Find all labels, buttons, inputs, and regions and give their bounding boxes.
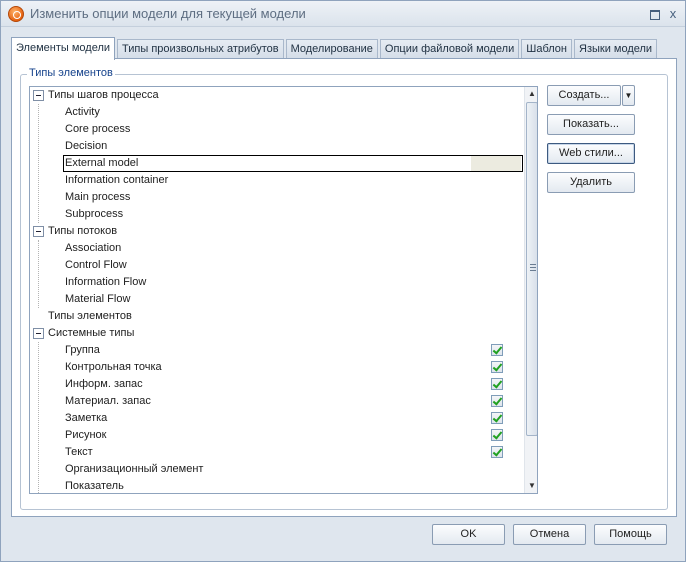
tree-item-row[interactable]: Association: [30, 240, 522, 257]
tree-item-row[interactable]: Control Flow: [30, 257, 522, 274]
maximize-icon[interactable]: [647, 7, 661, 21]
visibility-checkbox[interactable]: [491, 429, 503, 441]
tree-item-label: Information Flow: [65, 276, 147, 288]
app-logo-icon[interactable]: [8, 6, 24, 22]
tree-item-row[interactable]: External model: [30, 155, 523, 172]
tree-item-row[interactable]: Information container: [30, 172, 522, 189]
tree-item-row[interactable]: Main process: [30, 189, 522, 206]
tree-item-label: Main process: [65, 191, 131, 203]
scroll-grip-icon: [530, 264, 536, 271]
tree-item-row[interactable]: Информ. запас: [30, 376, 522, 393]
collapse-icon[interactable]: [33, 328, 44, 339]
ok-button[interactable]: OK: [432, 524, 505, 545]
visibility-checkbox[interactable]: [491, 361, 503, 373]
tree-item-label: Information container: [65, 174, 169, 186]
tree-item-row[interactable]: Заметка: [30, 410, 522, 427]
tree-item-label: External model: [65, 157, 139, 169]
dialog-window: Изменить опции модели для текущей модели…: [0, 0, 686, 562]
tree-item-label: Типы потоков: [48, 225, 118, 237]
tree-item-row[interactable]: Decision: [30, 138, 522, 155]
tree-item-label: Типы элементов: [48, 310, 132, 322]
tree-item-row[interactable]: Текст: [30, 444, 522, 461]
tree-guide-line: [38, 342, 39, 493]
collapse-icon[interactable]: [33, 226, 44, 237]
selection-fill: [471, 156, 521, 171]
web-styles-button[interactable]: Web стили...: [547, 143, 635, 164]
tree-item-label: Группа: [65, 344, 100, 356]
cancel-button[interactable]: Отмена: [513, 524, 586, 545]
tree-group-row[interactable]: Типы элементов: [30, 308, 522, 325]
tree-item-label: Material Flow: [65, 293, 131, 305]
tab-file-model-options[interactable]: Опции файловой модели: [379, 39, 520, 59]
tree-item-row[interactable]: Activity: [30, 104, 522, 121]
element-types-tree[interactable]: Типы шагов процесса Activity Core process D…: [29, 86, 538, 494]
tree-item-label: Информ. запас: [65, 378, 143, 390]
collapse-icon[interactable]: [33, 90, 44, 101]
scroll-down-icon[interactable]: ▼: [525, 479, 537, 493]
tree-guide-line: [38, 104, 39, 223]
delete-button[interactable]: Удалить: [547, 172, 635, 193]
visibility-checkbox[interactable]: [491, 344, 503, 356]
create-dropdown-icon[interactable]: ▼: [622, 85, 635, 106]
tree-item-label: Текст: [65, 446, 93, 458]
tree-item-row[interactable]: Core process: [30, 121, 522, 138]
show-button[interactable]: Показать...: [547, 114, 635, 135]
tree-item-label: Системные типы: [48, 327, 135, 339]
visibility-checkbox[interactable]: [491, 395, 503, 407]
tree-item-row[interactable]: Организационный элемент: [30, 461, 522, 478]
create-button[interactable]: Создать...: [547, 85, 621, 106]
tree-item-row[interactable]: Показатель: [30, 478, 522, 493]
tree-item-row[interactable]: Группа: [30, 342, 522, 359]
tree-item-row[interactable]: Контрольная точка: [30, 359, 522, 376]
tree-item-row[interactable]: Information Flow: [30, 274, 522, 291]
tab-template[interactable]: Шаблон: [521, 39, 572, 59]
tree-item-label: Организационный элемент: [65, 463, 204, 475]
close-icon[interactable]: x: [666, 7, 680, 21]
visibility-checkbox[interactable]: [491, 378, 503, 390]
tree-item-label: Subprocess: [65, 208, 124, 220]
tree-group-row[interactable]: Типы потоков: [30, 223, 522, 240]
tree-item-row[interactable]: Рисунок: [30, 427, 522, 444]
scroll-thumb[interactable]: [526, 102, 537, 436]
tab-strip: Элементы модели Типы произвольных атрибу…: [11, 37, 659, 60]
tab-modeling[interactable]: Моделирование: [285, 39, 378, 59]
tree-item-label: Core process: [65, 123, 131, 135]
tab-model-languages[interactable]: Языки модели: [574, 39, 658, 59]
tree-group-row[interactable]: Системные типы: [30, 325, 522, 342]
tree-item-label: Заметка: [65, 412, 108, 424]
scroll-up-icon[interactable]: ▲: [525, 87, 537, 101]
group-title: Типы элементов: [27, 67, 115, 79]
tree-item-label: Материал. запас: [65, 395, 151, 407]
tree-item-label: Рисунок: [65, 429, 107, 441]
tree-item-label: Показатель: [65, 480, 124, 492]
tab-model-elements[interactable]: Элементы модели: [11, 37, 116, 60]
title-bar[interactable]: Изменить опции модели для текущей модели…: [1, 1, 685, 27]
visibility-checkbox[interactable]: [491, 446, 503, 458]
tree-item-label: Decision: [65, 140, 108, 152]
tree-item-label: Association: [65, 242, 122, 254]
tab-custom-attribute-types[interactable]: Типы произвольных атрибутов: [117, 39, 284, 59]
tree-item-label: Контрольная точка: [65, 361, 162, 373]
tree-item-label: Activity: [65, 106, 100, 118]
tree-item-row[interactable]: Subprocess: [30, 206, 522, 223]
tree-guide-line: [38, 240, 39, 308]
tree-item-row[interactable]: Материал. запас: [30, 393, 522, 410]
tree-item-label: Control Flow: [65, 259, 127, 271]
help-button[interactable]: Помощь: [594, 524, 667, 545]
tree-item-label: Типы шагов процесса: [48, 89, 159, 101]
tree-item-row[interactable]: Material Flow: [30, 291, 522, 308]
visibility-checkbox[interactable]: [491, 412, 503, 424]
tree-group-row[interactable]: Типы шагов процесса: [30, 87, 522, 104]
tree-scrollbar[interactable]: ▲ ▼: [524, 87, 537, 493]
window-title: Изменить опции модели для текущей модели: [30, 6, 306, 21]
